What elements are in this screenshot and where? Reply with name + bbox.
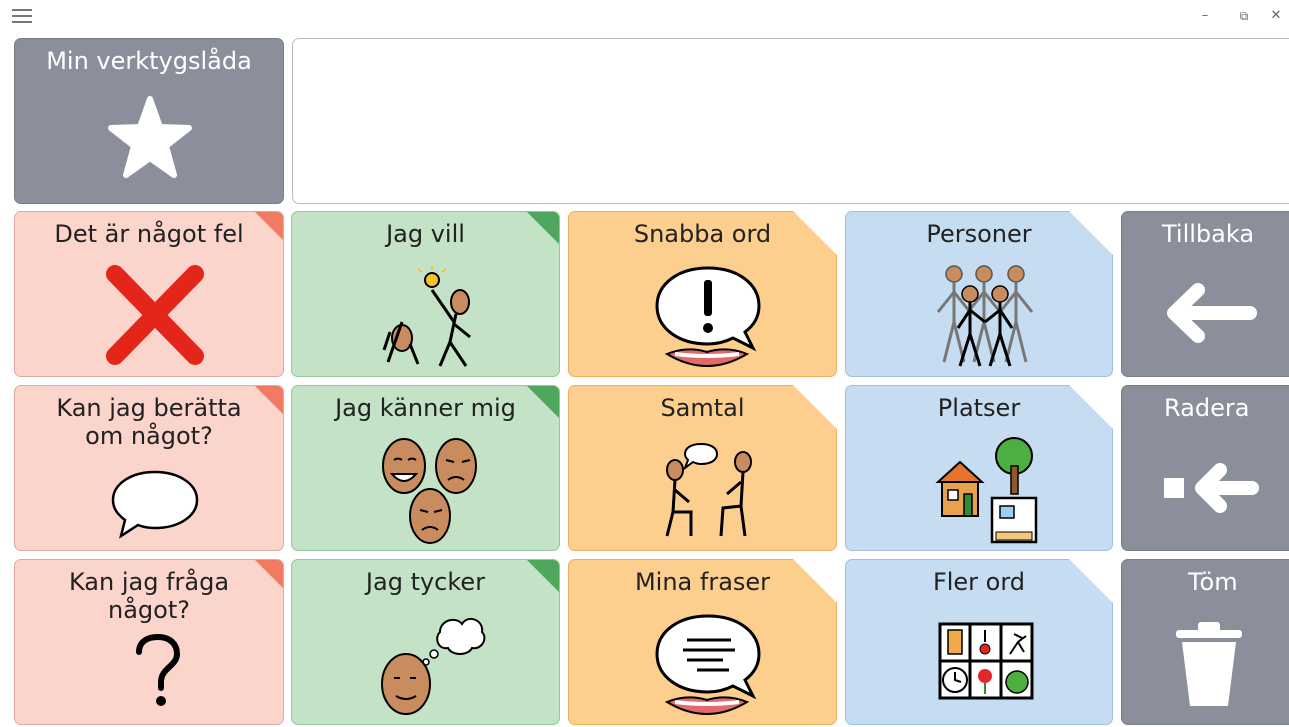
tile-label: Jag känner mig — [335, 394, 516, 422]
toolbox-button[interactable]: Min verktygslåda — [14, 38, 284, 204]
hamburger-menu-icon[interactable] — [12, 9, 32, 23]
restore-button[interactable]: ⧉ — [1232, 6, 1256, 26]
delete-backspace-icon — [1164, 463, 1259, 513]
tile-label: Kan jag fråga något? — [68, 568, 230, 624]
tile-label: Kan jag berätta om något? — [56, 394, 242, 450]
tile-jag-kanner-mig[interactable]: Jag känner mig — [291, 385, 560, 551]
tile-jag-tycker[interactable]: Jag tycker — [291, 559, 560, 725]
tile-label: Samtal — [660, 394, 745, 422]
conversation-icon — [657, 438, 757, 542]
red-cross-icon — [106, 265, 204, 365]
tile-samtal[interactable]: Samtal — [568, 385, 837, 551]
close-button[interactable]: ✕ — [1264, 6, 1288, 26]
tile-label: Tillbaka — [1162, 220, 1255, 248]
more-words-grid-icon — [938, 622, 1034, 700]
back-arrow-icon — [1167, 283, 1257, 343]
tile-label: Det är något fel — [54, 220, 244, 248]
tile-label: Platser — [937, 394, 1021, 422]
want-icon — [382, 266, 471, 367]
minimize-button[interactable]: – — [1193, 6, 1217, 26]
people-icon — [934, 262, 1034, 370]
tile-label: Fler ord — [932, 568, 1026, 596]
trash-can-icon — [1176, 622, 1242, 706]
tile-label: Radera — [1164, 394, 1250, 422]
tile-label: Personer — [926, 220, 1032, 248]
tile-label: Töm — [1188, 568, 1238, 596]
tile-kan-jag-fraga[interactable]: Kan jag fråga något? — [14, 559, 284, 725]
title-bar: – ⧉ ✕ — [0, 0, 1289, 34]
tile-kan-jag-beratta[interactable]: Kan jag berätta om något? — [14, 385, 284, 551]
tile-fler-ord[interactable]: Fler ord — [845, 559, 1113, 725]
back-button[interactable]: Tillbaka — [1121, 211, 1289, 377]
delete-button[interactable]: Radera — [1121, 385, 1289, 551]
exclamation-speech-icon — [653, 262, 763, 370]
speech-bubble-icon — [111, 470, 199, 539]
tile-label: Jag vill — [386, 220, 465, 248]
tile-platser[interactable]: Platser — [845, 385, 1113, 551]
thinking-face-icon — [381, 617, 486, 715]
tile-label: Jag tycker — [365, 568, 486, 596]
phrases-speech-icon — [653, 610, 763, 718]
places-icon — [934, 436, 1042, 546]
clear-button[interactable]: Töm — [1121, 559, 1289, 725]
tile-label: Mina fraser — [634, 568, 771, 596]
star-icon — [108, 96, 192, 178]
toolbox-label: Min verktygslåda — [46, 47, 252, 75]
message-bar[interactable] — [292, 38, 1289, 204]
tile-personer[interactable]: Personer — [845, 211, 1113, 377]
tile-jag-vill[interactable]: Jag vill — [291, 211, 560, 377]
tile-det-ar-nagot-fel[interactable]: Det är något fel — [14, 211, 284, 377]
tile-mina-fraser[interactable]: Mina fraser — [568, 559, 837, 725]
feeling-faces-icon — [382, 438, 477, 544]
question-mark-icon — [136, 634, 181, 706]
tile-label: Snabba ord — [633, 220, 772, 248]
tile-snabba-ord[interactable]: Snabba ord — [568, 211, 837, 377]
